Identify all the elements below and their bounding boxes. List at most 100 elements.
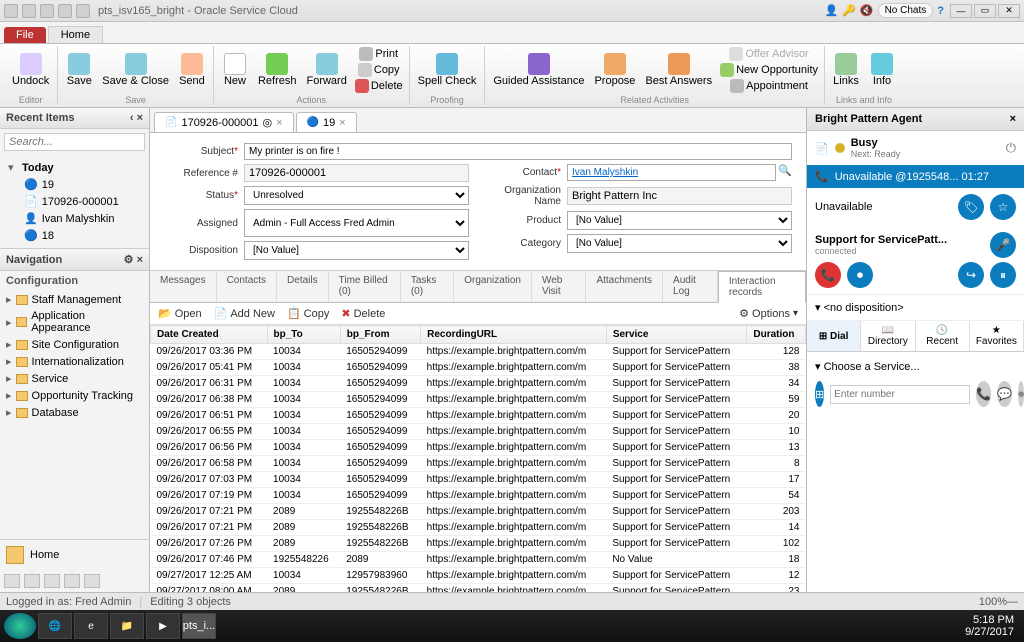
qat-icon[interactable] bbox=[4, 4, 18, 18]
detail-tab[interactable]: Audit Log bbox=[663, 271, 718, 302]
nav-footer-icon[interactable] bbox=[44, 574, 60, 588]
active-call-bar[interactable]: 📞Unavailable @1925548... 01:27 bbox=[807, 165, 1024, 188]
dialpad-button[interactable]: ⊞ bbox=[815, 381, 824, 407]
table-row[interactable]: 09/26/2017 06:31 PM1003416505294099https… bbox=[151, 376, 806, 392]
agent-tab[interactable]: 📖 Directory bbox=[861, 321, 915, 351]
send-button[interactable]: Send bbox=[175, 46, 209, 94]
contact-input[interactable] bbox=[567, 164, 776, 181]
home-nav[interactable]: Home bbox=[0, 539, 149, 570]
search-icon[interactable]: 🔍 bbox=[778, 164, 792, 181]
nav-item[interactable]: ▸Opportunity Tracking bbox=[4, 387, 145, 404]
taskbar-ie[interactable]: e bbox=[74, 613, 108, 639]
spellcheck-button[interactable]: Spell Check bbox=[414, 46, 481, 94]
column-header[interactable]: bp_From bbox=[340, 326, 420, 344]
home-tab[interactable]: Home bbox=[48, 26, 103, 43]
tag-button[interactable]: 🏷 bbox=[958, 194, 984, 220]
power-icon[interactable]: ⏻ bbox=[1006, 140, 1016, 156]
copy-button[interactable]: Copy bbox=[353, 62, 405, 78]
table-row[interactable]: 09/26/2017 06:38 PM1003416505294099https… bbox=[151, 392, 806, 408]
tab-close-icon[interactable]: × bbox=[276, 117, 282, 129]
detail-tab[interactable]: Contacts bbox=[217, 271, 277, 302]
key-icon[interactable]: 🔑 bbox=[842, 4, 856, 17]
start-button[interactable] bbox=[4, 613, 36, 639]
nav-item[interactable]: ▸Staff Management bbox=[4, 291, 145, 308]
column-header[interactable]: Duration bbox=[747, 326, 806, 344]
mic-button[interactable]: 🎤 bbox=[990, 232, 1016, 258]
choose-service[interactable]: ▾ Choose a Service... bbox=[815, 360, 1016, 373]
workspace-tab[interactable]: 🔵19× bbox=[296, 112, 357, 132]
system-clock[interactable]: 5:18 PM 9/27/2017 bbox=[959, 614, 1020, 638]
taskbar-explorer[interactable]: 📁 bbox=[110, 613, 144, 639]
hangup-button[interactable]: 📞 bbox=[815, 262, 841, 288]
file-menu[interactable]: File bbox=[4, 27, 46, 43]
recent-item[interactable]: 📄170926-000001 bbox=[8, 193, 141, 210]
links-button[interactable]: Links bbox=[829, 46, 863, 94]
no-chats-chip[interactable]: No Chats bbox=[878, 3, 934, 18]
agent-tab[interactable]: 🕓 Recent bbox=[916, 321, 970, 351]
table-row[interactable]: 09/26/2017 06:56 PM1003416505294099https… bbox=[151, 440, 806, 456]
nav-footer-icon[interactable] bbox=[4, 574, 20, 588]
table-row[interactable]: 09/26/2017 06:58 PM1003416505294099https… bbox=[151, 456, 806, 472]
subject-input[interactable] bbox=[244, 143, 792, 160]
nav-footer-icon[interactable] bbox=[84, 574, 100, 588]
zoom-slider[interactable]: — bbox=[1007, 596, 1018, 608]
workspace-tab[interactable]: 📄170926-000001◎× bbox=[154, 112, 294, 132]
user-icon[interactable]: 👤 bbox=[824, 4, 838, 17]
tree-group[interactable]: ▾Today bbox=[8, 159, 141, 176]
recent-search-input[interactable] bbox=[4, 133, 145, 151]
detail-tab[interactable]: Interaction records bbox=[718, 271, 806, 303]
open-button[interactable]: 📂Open bbox=[158, 307, 202, 320]
close-button[interactable]: ✕ bbox=[998, 4, 1020, 18]
detail-tab[interactable]: Messages bbox=[150, 271, 217, 302]
record-button[interactable]: ⏺ bbox=[847, 262, 873, 288]
column-header[interactable]: bp_To bbox=[267, 326, 340, 344]
detail-tab[interactable]: Web Visit bbox=[532, 271, 586, 302]
table-row[interactable]: 09/27/2017 12:25 AM1003412957983960https… bbox=[151, 568, 806, 584]
voicemail-button[interactable]: ⏺ bbox=[1018, 381, 1024, 407]
agent-status[interactable]: 📄 BusyNext: Ready ⏻ bbox=[807, 131, 1024, 165]
taskbar-media[interactable]: ▶ bbox=[146, 613, 180, 639]
table-row[interactable]: 09/26/2017 06:55 PM1003416505294099https… bbox=[151, 424, 806, 440]
nav-item[interactable]: ▸Database bbox=[4, 404, 145, 421]
save-button[interactable]: Save bbox=[62, 46, 96, 94]
tab-close-icon[interactable]: × bbox=[339, 117, 345, 129]
delete-record-button[interactable]: ✖Delete bbox=[341, 307, 385, 320]
new-button[interactable]: New bbox=[218, 46, 252, 94]
qat-icon[interactable] bbox=[58, 4, 72, 18]
recent-item[interactable]: 👤Ivan Malyshkin bbox=[8, 210, 141, 227]
agent-tab[interactable]: ⊞ Dial bbox=[807, 321, 861, 351]
agent-tab[interactable]: ★ Favorites bbox=[970, 321, 1024, 351]
number-input[interactable] bbox=[830, 385, 970, 404]
table-row[interactable]: 09/26/2017 03:36 PM1003416505294099https… bbox=[151, 344, 806, 360]
nav-item[interactable]: ▸Application Appearance bbox=[4, 308, 145, 336]
table-row[interactable]: 09/26/2017 07:46 PM19255482262089https:/… bbox=[151, 552, 806, 568]
best-answers-button[interactable]: Best Answers bbox=[641, 46, 716, 94]
delete-button[interactable]: Delete bbox=[353, 78, 405, 94]
qat-icon[interactable] bbox=[22, 4, 36, 18]
detail-tab[interactable]: Tasks (0) bbox=[401, 271, 454, 302]
chat-button[interactable]: 💬 bbox=[997, 381, 1012, 407]
print-button[interactable]: Print bbox=[353, 46, 405, 62]
nav-footer-icon[interactable] bbox=[64, 574, 80, 588]
undock-button[interactable]: Undock bbox=[8, 46, 53, 94]
table-row[interactable]: 09/26/2017 07:21 PM20891925548226Bhttps:… bbox=[151, 520, 806, 536]
detail-tab[interactable]: Attachments bbox=[586, 271, 663, 302]
column-header[interactable]: RecordingURL bbox=[421, 326, 607, 344]
propose-button[interactable]: Propose bbox=[590, 46, 639, 94]
call-button[interactable]: 📞 bbox=[976, 381, 991, 407]
qat-icon[interactable] bbox=[40, 4, 54, 18]
mute-icon[interactable]: 🔇 bbox=[860, 4, 874, 17]
column-header[interactable]: Service bbox=[606, 326, 747, 344]
maximize-button[interactable]: ▭ bbox=[974, 4, 996, 18]
save-close-button[interactable]: Save & Close bbox=[98, 46, 173, 94]
table-row[interactable]: 09/26/2017 07:26 PM20891925548226Bhttps:… bbox=[151, 536, 806, 552]
disposition-select[interactable]: [No Value] bbox=[244, 241, 469, 260]
product-select[interactable]: [No Value] bbox=[567, 211, 792, 230]
status-select[interactable]: Unresolved bbox=[244, 186, 469, 205]
table-row[interactable]: 09/26/2017 06:51 PM1003416505294099https… bbox=[151, 408, 806, 424]
copy-button[interactable]: 📋Copy bbox=[287, 307, 329, 320]
info-button[interactable]: Info bbox=[865, 46, 899, 94]
detail-tab[interactable]: Organization bbox=[454, 271, 532, 302]
category-select[interactable]: [No Value] bbox=[567, 234, 792, 253]
nav-footer-icon[interactable] bbox=[24, 574, 40, 588]
